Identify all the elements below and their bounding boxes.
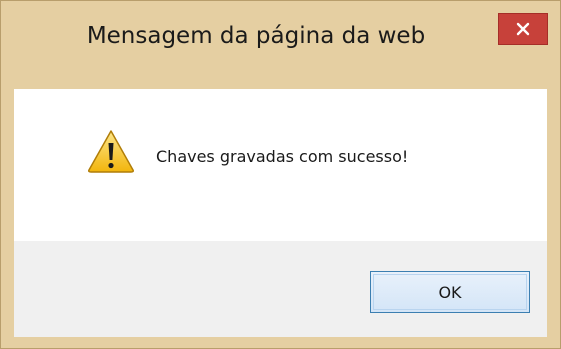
close-icon — [516, 22, 530, 36]
alert-dialog: Mensagem da página da web Chaves gravada… — [0, 0, 561, 349]
dialog-title: Mensagem da página da web — [86, 23, 426, 49]
dialog-message: Chaves gravadas com sucesso! — [156, 147, 409, 166]
warning-icon — [88, 130, 134, 173]
title-bar[interactable]: Mensagem da página da web — [1, 1, 560, 87]
dialog-footer: OK — [14, 241, 547, 337]
dialog-content: Chaves gravadas com sucesso! — [14, 89, 547, 241]
close-button[interactable] — [498, 13, 548, 45]
ok-button[interactable]: OK — [370, 271, 530, 313]
